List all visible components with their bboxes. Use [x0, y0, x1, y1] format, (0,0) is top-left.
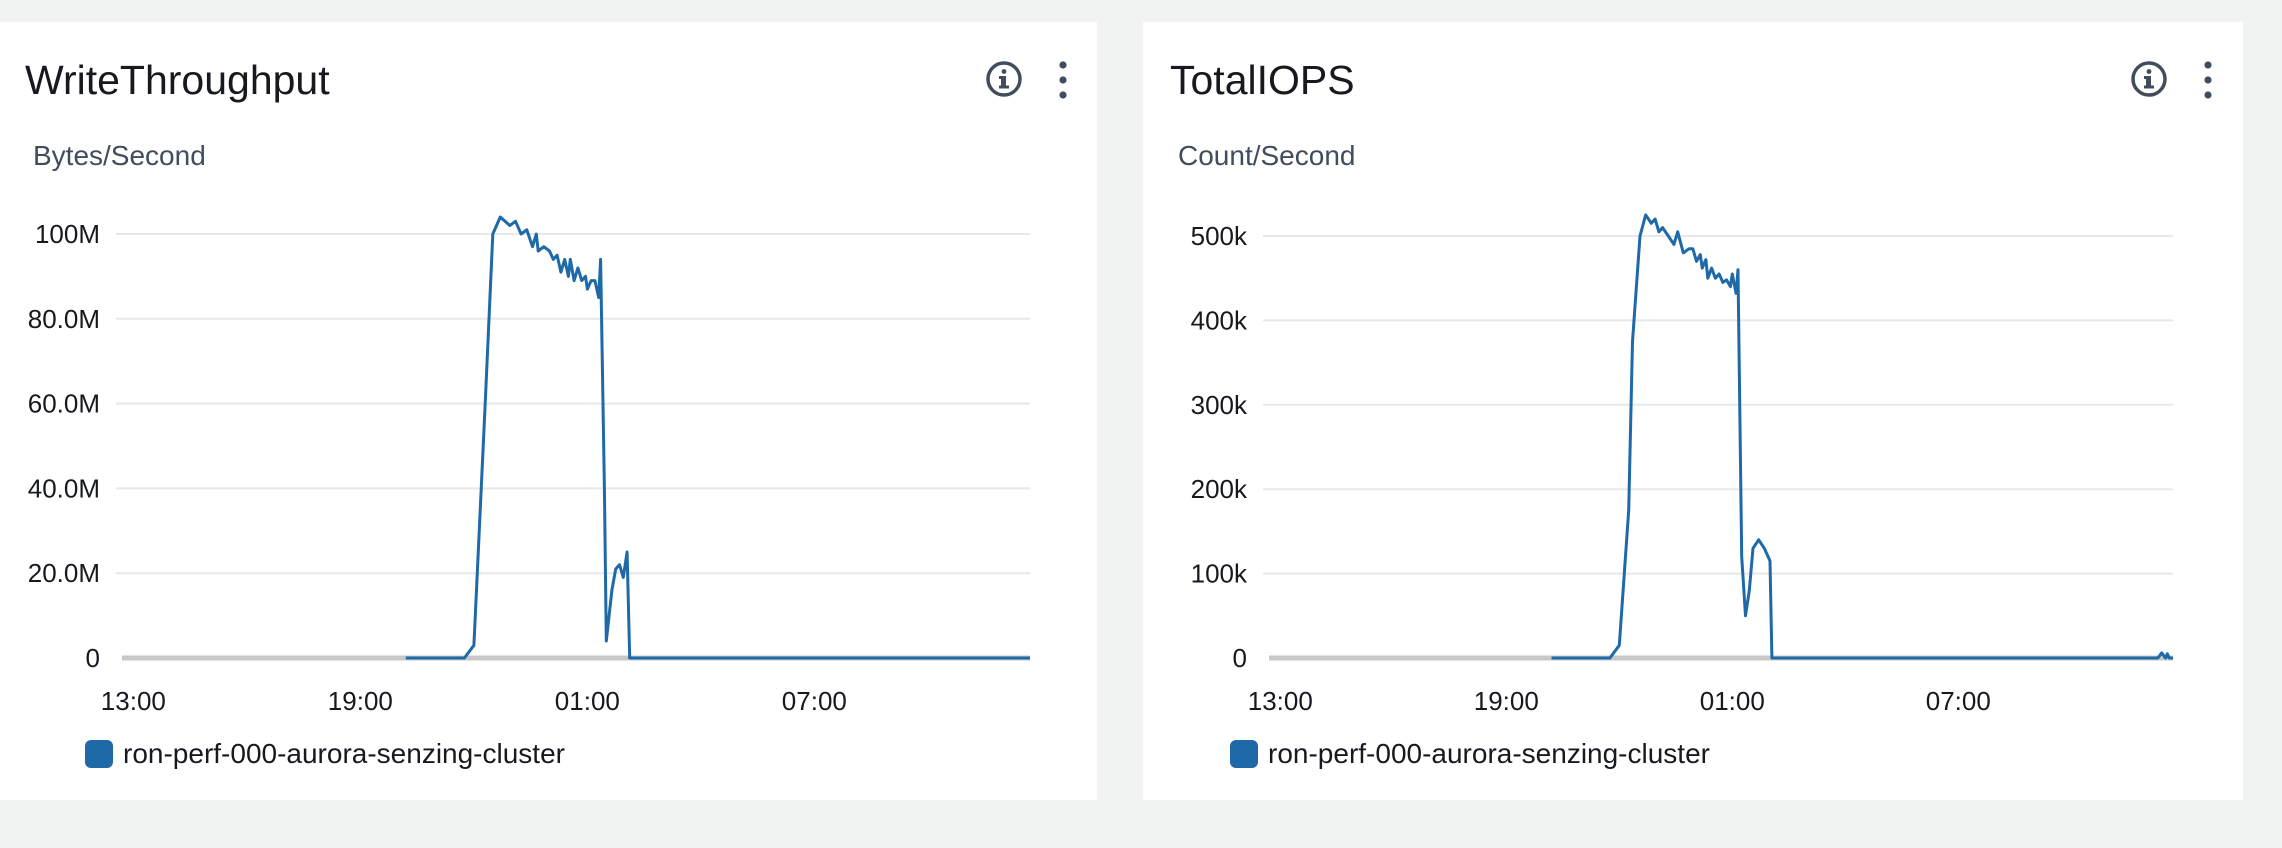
y-tick-label: 60.0M	[28, 389, 100, 419]
writethroughput-chart: 0 20.0M 40.0M 60.0M 80.0M 100M 13:00 19:00 01:00…	[28, 215, 1030, 716]
y-tick-label: 100k	[1191, 559, 1248, 589]
legend-item[interactable]: ron-perf-000-aurora-senzing-cluster	[85, 738, 565, 770]
y-tick-label: 20.0M	[28, 558, 100, 588]
x-tick-label: 19:00	[328, 686, 393, 716]
legend-swatch	[85, 740, 113, 768]
x-tick-label: 13:00	[1248, 686, 1313, 716]
y-tick-label: 300k	[1191, 390, 1248, 420]
x-tick-label: 19:00	[1474, 686, 1539, 716]
x-tick-label: 07:00	[1926, 686, 1991, 716]
series-line	[1551, 213, 2173, 660]
totaliops-widget: TotalIOPS Count/Second 0 100k 200k 300k 400k…	[1143, 22, 2243, 800]
legend-label: ron-perf-000-aurora-senzing-cluster	[1268, 738, 1710, 769]
x-tick-label: 13:00	[101, 686, 166, 716]
y-tick-label: 0	[86, 643, 100, 673]
x-tick-label: 01:00	[555, 686, 620, 716]
y-tick-label: 500k	[1191, 221, 1248, 251]
y-tick-label: 80.0M	[28, 304, 100, 334]
y-tick-label: 200k	[1191, 474, 1248, 504]
writethroughput-widget: WriteThroughput Bytes/Second 0 20.0M 40.0M…	[0, 22, 1097, 800]
legend-label: ron-perf-000-aurora-senzing-cluster	[123, 738, 565, 769]
legend-swatch	[1230, 740, 1258, 768]
legend-item[interactable]: ron-perf-000-aurora-senzing-cluster	[1230, 738, 1710, 770]
totaliops-chart: 0 100k 200k 300k 400k 500k 13:00 19:00 01:00 07:0…	[1191, 213, 2173, 716]
x-tick-label: 01:00	[1700, 686, 1765, 716]
x-tick-label: 07:00	[782, 686, 847, 716]
y-tick-label: 400k	[1191, 305, 1248, 335]
series-line	[405, 215, 1030, 660]
y-tick-label: 100M	[35, 219, 100, 249]
y-tick-label: 0	[1233, 643, 1247, 673]
y-tick-label: 40.0M	[28, 473, 100, 503]
